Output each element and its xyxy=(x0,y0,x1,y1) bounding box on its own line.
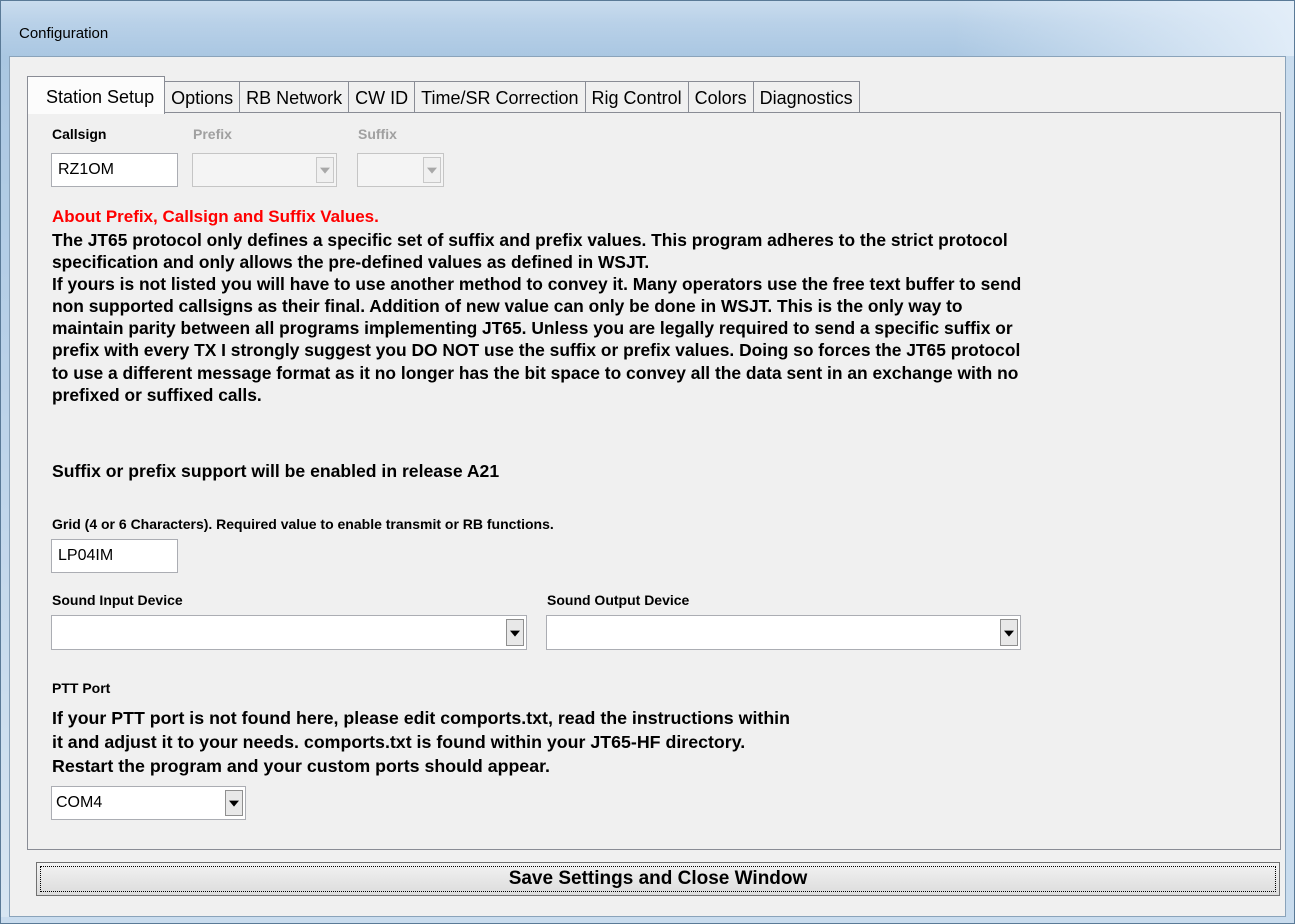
about-heading: About Prefix, Callsign and Suffix Values… xyxy=(52,207,379,226)
suffix-dropdown-arrow[interactable] xyxy=(423,157,441,183)
window-title: Configuration xyxy=(19,25,109,42)
grid-label: Grid (4 or 6 Characters). Required value… xyxy=(52,516,554,532)
grid-input[interactable]: LP04IM xyxy=(51,539,178,573)
ptt-port-select[interactable]: COM4 xyxy=(51,786,246,820)
tab-rig-control[interactable]: Rig Control xyxy=(584,81,689,113)
ptt-help-text: If your PTT port is not found here, plea… xyxy=(52,708,790,776)
sound-input-select[interactable] xyxy=(51,615,527,650)
tab-cw-id[interactable]: CW ID xyxy=(348,81,416,113)
prefix-select[interactable] xyxy=(192,153,337,187)
ptt-port-value: COM4 xyxy=(56,794,103,811)
tab-colors[interactable]: Colors xyxy=(687,81,754,113)
tab-rb-network[interactable]: RB Network xyxy=(239,81,350,113)
callsign-label: Callsign xyxy=(52,126,107,142)
suffix-select[interactable] xyxy=(357,153,444,187)
title-bar-gloss xyxy=(954,1,1294,56)
sound-input-dropdown-arrow[interactable] xyxy=(506,619,524,646)
suffix-label: Suffix xyxy=(358,126,397,142)
window-frame-right xyxy=(1286,56,1294,923)
chevron-down-icon xyxy=(320,167,330,174)
chevron-down-icon xyxy=(427,167,437,174)
sound-output-label: Sound Output Device xyxy=(547,592,690,608)
focus-rectangle xyxy=(40,866,1276,892)
title-bar[interactable]: Configuration xyxy=(1,1,1294,56)
prefix-label: Prefix xyxy=(193,126,232,142)
save-settings-button[interactable]: Save Settings and Close Window xyxy=(36,862,1280,896)
chevron-down-icon xyxy=(1004,630,1014,637)
tab-diagnostics[interactable]: Diagnostics xyxy=(752,81,860,113)
sound-output-dropdown-arrow[interactable] xyxy=(1000,619,1018,646)
about-body-text: The JT65 protocol only defines a specifi… xyxy=(52,230,1022,405)
callsign-input[interactable]: RZ1OM xyxy=(51,153,178,187)
sound-output-select[interactable] xyxy=(546,615,1021,650)
tab-strip: Station Setup Options RB Network CW ID T… xyxy=(27,75,860,114)
tab-station-setup[interactable]: Station Setup xyxy=(27,76,166,114)
chevron-down-icon xyxy=(229,800,239,807)
release-note: Suffix or prefix support will be enabled… xyxy=(52,461,500,481)
sound-input-label: Sound Input Device xyxy=(52,592,183,608)
ptt-port-dropdown-arrow[interactable] xyxy=(225,790,243,816)
window-frame-bottom xyxy=(1,917,1294,923)
prefix-dropdown-arrow[interactable] xyxy=(316,157,334,183)
tab-time-sr-correction[interactable]: Time/SR Correction xyxy=(414,81,586,113)
window-frame-left xyxy=(1,56,9,923)
chevron-down-icon xyxy=(510,630,520,637)
ptt-port-label: PTT Port xyxy=(52,680,111,696)
tab-options[interactable]: Options xyxy=(164,81,241,113)
